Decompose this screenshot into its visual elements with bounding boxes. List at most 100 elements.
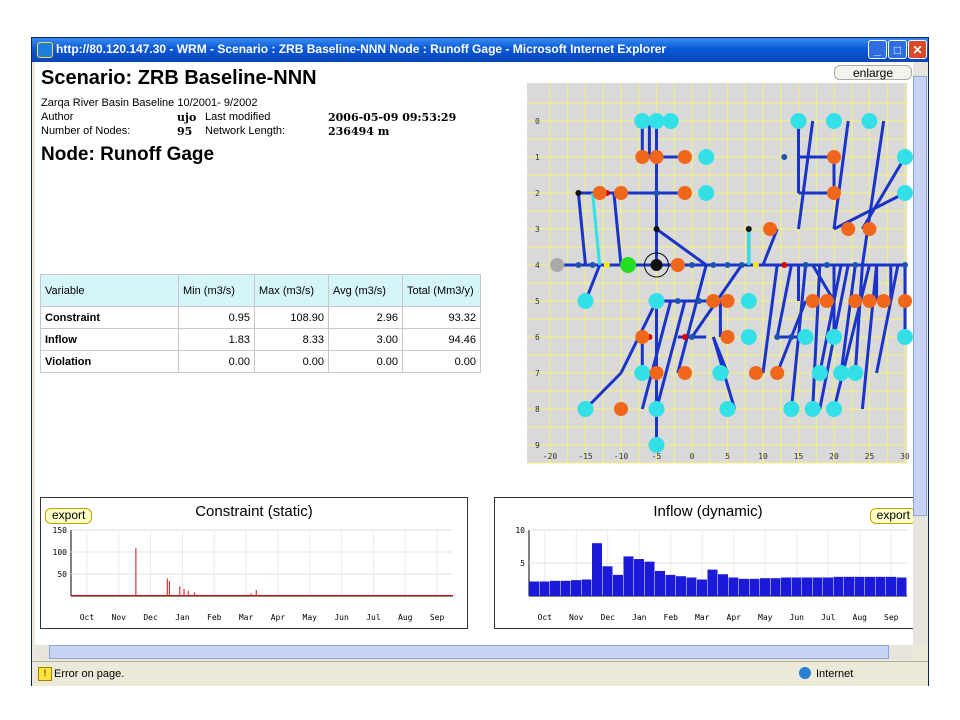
network-node bbox=[847, 365, 864, 381]
chart-title: Inflow (dynamic) bbox=[653, 503, 763, 520]
inflow-bar bbox=[802, 577, 812, 596]
security-zone: Internet bbox=[816, 668, 854, 680]
network-node bbox=[897, 185, 913, 201]
y-tick-label: 7 bbox=[535, 369, 540, 378]
close-button[interactable]: ✕ bbox=[908, 40, 927, 59]
nodes-value: 95 bbox=[177, 125, 193, 138]
network-node bbox=[649, 366, 664, 380]
network-node bbox=[648, 437, 665, 453]
network-node bbox=[862, 294, 877, 308]
minimize-button[interactable]: _ bbox=[868, 40, 887, 59]
network-node bbox=[770, 366, 785, 380]
y-tick-label: 100 bbox=[53, 548, 68, 557]
network-node bbox=[804, 401, 821, 417]
status-text[interactable]: Error on page. bbox=[54, 668, 124, 680]
x-tick-label: May bbox=[758, 613, 773, 622]
network-node bbox=[826, 401, 842, 417]
x-tick-label: Mar bbox=[695, 613, 710, 622]
cell-min: 0.95 bbox=[178, 306, 255, 329]
inflow-bar bbox=[529, 581, 539, 596]
network-node bbox=[763, 222, 778, 236]
x-tick-label: Oct bbox=[538, 613, 553, 622]
network-node bbox=[634, 365, 651, 381]
y-tick-label: 4 bbox=[535, 261, 540, 270]
length-label: Network Length: bbox=[205, 125, 286, 137]
scroll-thumb[interactable] bbox=[49, 645, 889, 659]
junction-node bbox=[653, 226, 660, 232]
variables-table: Variable Min (m3/s) Max (m3/s) Avg (m3/s… bbox=[40, 274, 481, 373]
inflow-bar bbox=[781, 577, 791, 596]
x-tick-label: Jul bbox=[366, 613, 381, 622]
constraint-chart-panel: Constraint (static) export 150 100 50 Oct No… bbox=[40, 497, 468, 629]
junction-node bbox=[823, 262, 830, 268]
inflow-bar bbox=[550, 580, 560, 596]
enlarge-button[interactable]: enlarge bbox=[834, 65, 912, 80]
network-node bbox=[811, 365, 828, 381]
cell-avg: 0.00 bbox=[328, 350, 403, 373]
x-tick-label: Jan bbox=[175, 613, 190, 622]
inflow-bar bbox=[854, 576, 865, 596]
x-tick-label: Sep bbox=[430, 613, 445, 622]
inflow-bar bbox=[539, 581, 550, 596]
nodes-label: Number of Nodes: bbox=[41, 125, 131, 137]
y-tick-label: 10 bbox=[515, 526, 525, 535]
inflow-chart: 10 5 Oct Nov Dec Jan Feb Mar Apr May Jun Jul Aug Sep bbox=[515, 526, 907, 622]
author-label: Author bbox=[41, 111, 74, 123]
network-node bbox=[797, 329, 814, 345]
warning-icon[interactable]: ! bbox=[38, 667, 52, 681]
horizontal-scrollbar[interactable] bbox=[35, 645, 913, 659]
x-tick-label: May bbox=[303, 613, 318, 622]
inflow-bar bbox=[665, 574, 676, 596]
junction-node bbox=[738, 262, 745, 268]
network-node bbox=[827, 186, 841, 200]
network-node bbox=[897, 329, 913, 345]
inflow-bar bbox=[896, 577, 907, 596]
junction-node bbox=[710, 262, 717, 268]
network-node bbox=[592, 186, 607, 200]
y-tick-label: 50 bbox=[57, 570, 67, 579]
inflow-bar bbox=[823, 577, 833, 596]
x-tick-label: Apr bbox=[727, 613, 742, 622]
x-tick-label: Aug bbox=[398, 613, 413, 622]
network-node bbox=[719, 401, 736, 417]
y-tick-label: 8 bbox=[535, 405, 540, 414]
globe-icon bbox=[799, 667, 811, 679]
inflow-bar bbox=[707, 569, 718, 596]
vertical-scrollbar[interactable] bbox=[913, 62, 927, 645]
x-tick-label: 25 bbox=[865, 452, 875, 461]
scenario-subtitle: Zarqa River Basin Baseline 10/2001- 9/20… bbox=[41, 97, 258, 109]
cell-max: 108.90 bbox=[254, 306, 329, 329]
x-tick-label: -15 bbox=[578, 452, 593, 461]
x-tick-label: Sep bbox=[884, 613, 899, 622]
scenario-title: Scenario: ZRB Baseline-NNN bbox=[41, 67, 317, 89]
author-value: ujo bbox=[177, 111, 197, 124]
x-tick-label: 0 bbox=[690, 452, 695, 461]
x-tick-label: Aug bbox=[853, 613, 868, 622]
junction-node bbox=[781, 262, 788, 268]
x-tick-label: Nov bbox=[112, 613, 127, 622]
col-max: Max (m3/s) bbox=[254, 274, 329, 307]
x-tick-label: Dec bbox=[601, 613, 616, 622]
constraint-chart: 150 100 50 Oct Nov Dec Jan Feb Mar Apr May Jun Jul Au… bbox=[53, 526, 453, 622]
x-tick-label: Feb bbox=[664, 613, 679, 622]
cell-avg: 3.00 bbox=[328, 328, 403, 351]
maximize-button[interactable]: □ bbox=[888, 40, 907, 59]
network-node bbox=[634, 113, 651, 129]
col-total: Total (Mm3/y) bbox=[402, 274, 481, 307]
network-node bbox=[648, 401, 665, 417]
inflow-bar bbox=[676, 576, 686, 596]
scroll-thumb[interactable] bbox=[913, 76, 927, 516]
x-tick-label: -10 bbox=[614, 452, 629, 461]
x-tick-label: 20 bbox=[829, 452, 839, 461]
network-node bbox=[712, 365, 729, 381]
network-node bbox=[706, 294, 721, 308]
network-node bbox=[677, 366, 692, 380]
y-tick-label: 5 bbox=[520, 559, 525, 568]
network-node bbox=[550, 258, 565, 272]
network-map[interactable]: -20 -15 -10 -5 0 5 10 15 20 25 30 0 1 2 3 4 5 6 7 8 9 bbox=[524, 83, 913, 483]
x-tick-label: Mar bbox=[239, 613, 254, 622]
junction-node bbox=[653, 190, 660, 196]
status-bar: ! Error on page. Internet bbox=[32, 661, 928, 686]
network-node bbox=[677, 186, 692, 200]
network-node bbox=[740, 329, 757, 345]
